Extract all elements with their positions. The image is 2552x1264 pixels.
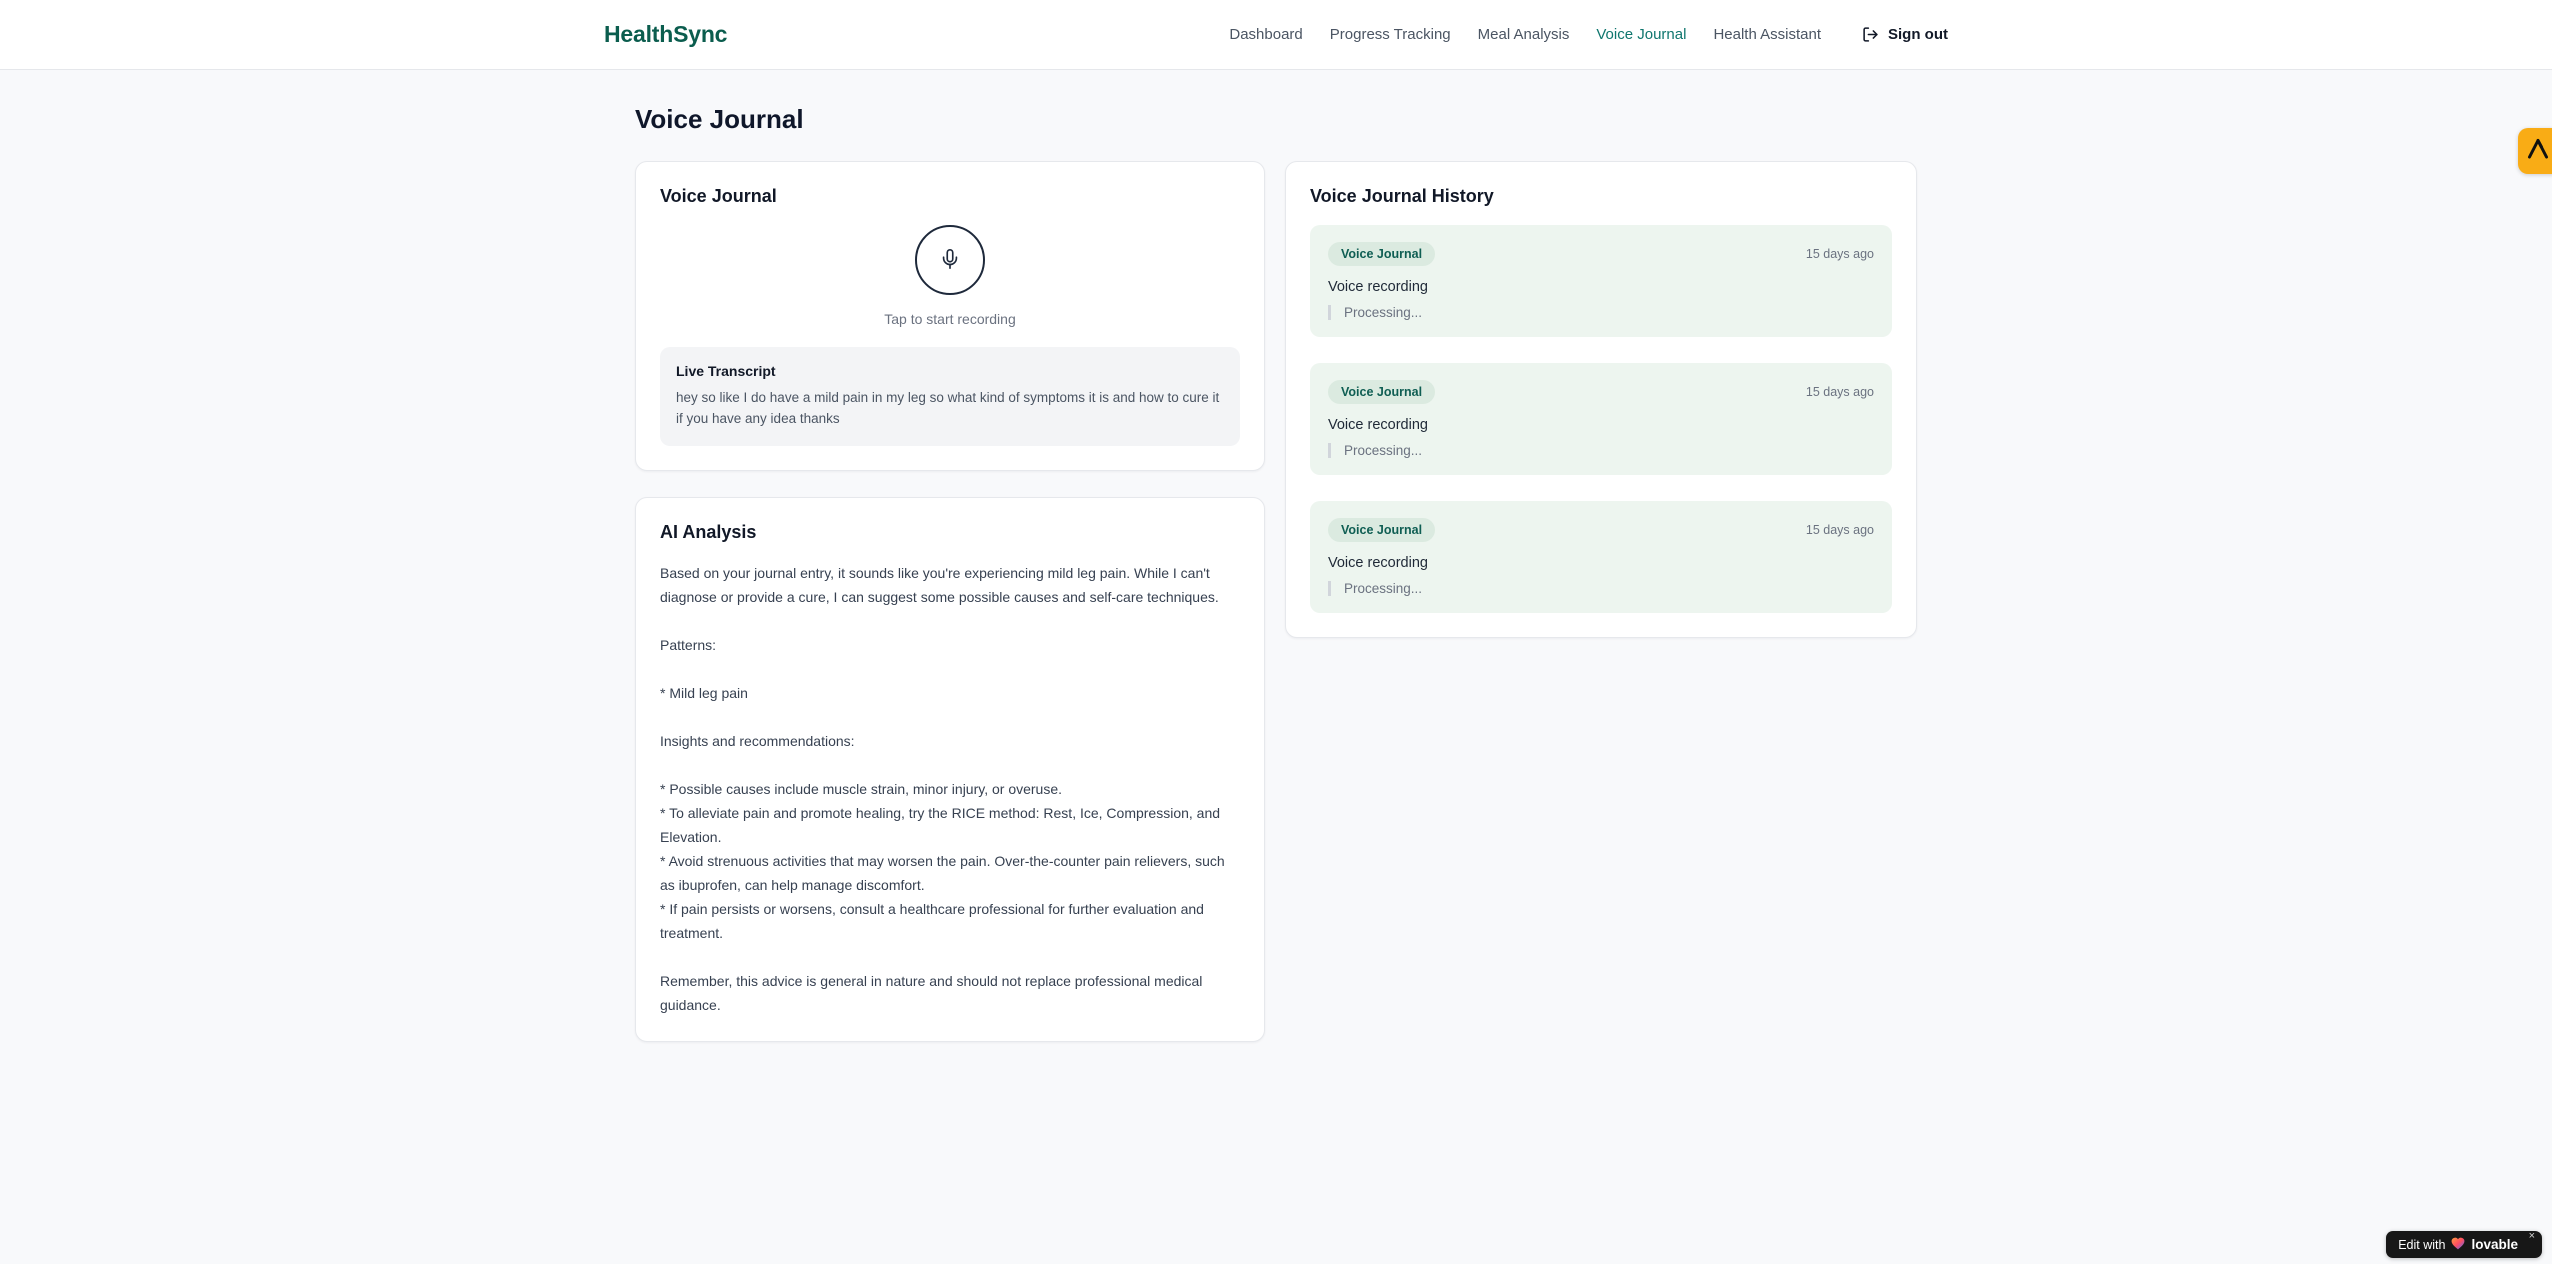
nav-progress-tracking[interactable]: Progress Tracking [1330,26,1451,43]
record-button[interactable] [915,225,985,295]
live-transcript-title: Live Transcript [676,363,776,379]
history-entry[interactable]: Voice Journal 15 days ago Voice recordin… [1310,225,1892,337]
entry-timestamp: 15 days ago [1805,247,1874,261]
sign-out-button[interactable]: Sign out [1862,26,1948,43]
history-card-title: Voice Journal History [1310,186,1494,206]
live-transcript-text: hey so like I do have a mild pain in my … [676,390,1220,427]
edit-badge-brand: lovable [2471,1237,2518,1252]
ai-analysis-body: Based on your journal entry, it sounds l… [660,564,1225,1013]
entry-description: Voice recording [1328,279,1428,295]
edit-badge-prefix: Edit with [2398,1237,2446,1252]
entry-description: Voice recording [1328,555,1428,571]
history-card: Voice Journal History Voice Journal 15 d… [1285,161,1917,638]
tap-to-record-hint: Tap to start recording [884,311,1016,327]
entry-type-badge: Voice Journal [1328,518,1436,542]
entry-status: Processing... [1328,443,1874,458]
nav-meal-analysis[interactable]: Meal Analysis [1478,26,1570,43]
entry-timestamp: 15 days ago [1805,523,1874,537]
history-entry[interactable]: Voice Journal 15 days ago Voice recordin… [1310,363,1892,475]
history-entry[interactable]: Voice Journal 15 days ago Voice recordin… [1310,501,1892,613]
close-icon[interactable]: × [2529,1231,2535,1242]
right-column: Voice Journal History Voice Journal 15 d… [1285,161,1917,638]
left-column: Voice Journal Tap to start recording Liv… [635,161,1265,1042]
nav-dashboard[interactable]: Dashboard [1229,26,1302,43]
page-title: Voice Journal [635,104,804,134]
edit-with-lovable-badge[interactable]: Edit with lovable × [2386,1231,2542,1258]
entry-type-badge: Voice Journal [1328,242,1436,266]
top-nav: HealthSync Dashboard Progress Tracking M… [0,0,2552,70]
ai-analysis-card: AI Analysis Based on your journal entry,… [635,496,1265,1042]
entry-status: Processing... [1328,581,1874,596]
logout-icon [1862,26,1879,43]
recorder-card-title: Voice Journal [660,186,777,206]
heart-icon [2451,1237,2465,1253]
entry-status: Processing... [1328,305,1874,320]
microphone-icon [939,248,961,273]
main-content: Voice Journal Voice Journal Tap to start… [635,70,1917,1042]
entry-type-badge: Voice Journal [1328,380,1436,404]
sign-out-label: Sign out [1888,26,1948,43]
main-nav: Dashboard Progress Tracking Meal Analysi… [1229,26,1948,43]
voice-recorder-card: Voice Journal Tap to start recording Liv… [635,161,1265,471]
entry-timestamp: 15 days ago [1805,385,1874,399]
ai-analysis-title: AI Analysis [660,521,757,542]
entry-description: Voice recording [1328,417,1428,433]
brand-monogram-icon [2525,136,2551,167]
app-logo[interactable]: HealthSync [604,21,727,48]
nav-voice-journal[interactable]: Voice Journal [1596,26,1686,43]
live-transcript-box: Live Transcript hey so like I do have a … [660,347,1240,446]
overlay-side-badge[interactable] [2518,128,2552,174]
nav-health-assistant[interactable]: Health Assistant [1713,26,1821,43]
